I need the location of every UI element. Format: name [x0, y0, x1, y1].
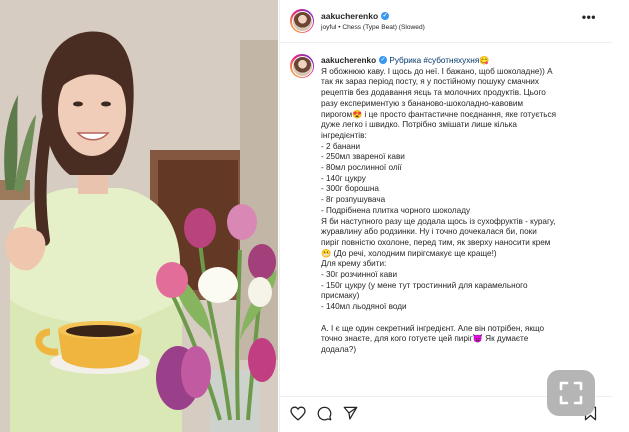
caption-line: А. І є ще один секретний інгредієнт. Але… — [321, 323, 545, 333]
post-username[interactable]: aakucherenko ✓ — [321, 11, 390, 21]
instagram-post-screen: aakucherenko ✓ joyful • Chess (Type Beat)… — [0, 0, 629, 432]
caption-text: aakucherenko ✓ Рубрика #суботняхухня😋 Я о… — [321, 55, 587, 356]
post-image[interactable] — [0, 0, 278, 432]
caption-line: - 8г розпушувача — [321, 195, 386, 205]
caption-line: дуже легко і швидко. Потрібно змішати ли… — [321, 120, 517, 130]
caption-line: так як зараз період посту, я у постійном… — [321, 77, 539, 87]
caption-line: - 300г борошна — [321, 184, 379, 194]
post-details-panel: aakucherenko ✓ joyful • Chess (Type Beat)… — [279, 0, 612, 432]
caption-line: точно знаєте, для кого готуєте цей пиріг… — [321, 334, 529, 344]
post-photo — [0, 0, 278, 432]
caption-line: 😬 (До речі, холодним пирігсмакує ще кращ… — [321, 248, 497, 258]
audio-label[interactable]: joyful • Chess (Type Beat) (Slowed) — [321, 24, 425, 31]
avatar[interactable] — [290, 9, 314, 33]
caption-line: додала?) — [321, 344, 357, 354]
send-icon[interactable] — [343, 406, 358, 420]
caption-line: присмаку) — [321, 291, 360, 301]
comment-icon[interactable] — [317, 406, 332, 421]
caption-line: - 140мл льодяної води — [321, 302, 407, 312]
caption-line — [321, 313, 587, 324]
caption-first-line: Рубрика #суботняхухня😋 — [389, 56, 490, 65]
caption-line: - Подрібнена плитка чорного шоколаду — [321, 205, 471, 215]
caption-line: разу експериментую з бананово-шоколадно-… — [321, 98, 524, 108]
caption-line: - 30г розчинної кави — [321, 270, 398, 280]
fullscreen-button[interactable] — [547, 370, 595, 416]
caption-line: пиріг повністю охолоне, перед тим, як зв… — [321, 237, 551, 247]
caption-line: - 80мл рослинної олії — [321, 163, 402, 173]
caption-line: - 2 банани — [321, 141, 361, 151]
caption-username[interactable]: aakucherenko — [321, 56, 376, 65]
caption-line: пирогом😍 і це просто фантастичне поєднан… — [321, 109, 557, 119]
caption-line: - 140г цукру — [321, 173, 366, 183]
more-options-icon[interactable]: ••• — [582, 11, 596, 23]
caption-line: - 250мл звареної кави — [321, 152, 405, 162]
caption-avatar[interactable] — [290, 54, 314, 78]
post-header: aakucherenko ✓ joyful • Chess (Type Beat)… — [280, 0, 612, 43]
fullscreen-icon — [559, 381, 583, 405]
verified-badge-icon: ✓ — [381, 11, 390, 20]
caption-line: Для крему збити: — [321, 259, 387, 269]
caption-line: Я обожнюю каву. І щось до неї. І бажано,… — [321, 66, 553, 76]
caption-line: інгредієнтів: — [321, 130, 367, 140]
caption-line: рецептів без додавання яєць та молочних … — [321, 88, 546, 98]
verified-badge-icon: ✓ — [379, 55, 388, 64]
caption-line: журавлину або родзинки. Ну і точно дочек… — [321, 227, 537, 237]
heart-icon[interactable] — [290, 406, 306, 421]
caption-line: - 150г цукру (у мене тут тростинний для … — [321, 280, 528, 290]
caption-line: Я би наступного разу ще додала щось із с… — [321, 216, 556, 226]
username-text[interactable]: aakucherenko — [321, 11, 378, 21]
